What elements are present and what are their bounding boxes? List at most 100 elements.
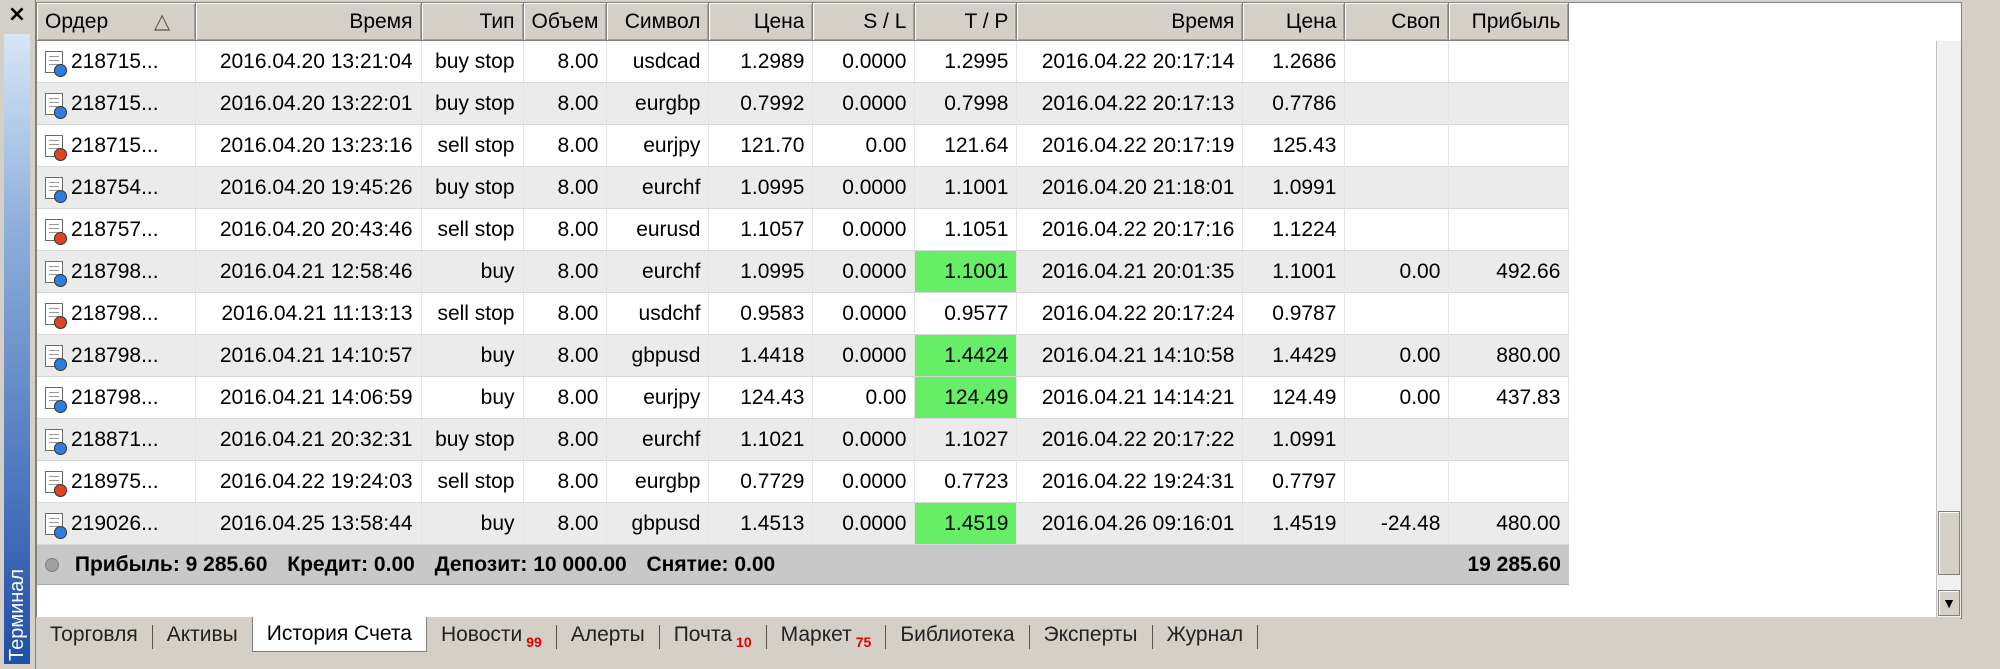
cell-price: 1.1021: [708, 418, 814, 461]
cell-swap: 0.00: [1344, 334, 1450, 377]
cell-order: 218798...: [37, 292, 196, 335]
cell-order: 219026...: [37, 502, 196, 545]
col-header-tp[interactable]: T / P: [914, 3, 1018, 41]
tab-1[interactable]: Активы: [153, 617, 252, 655]
table-row[interactable]: 218798... 2016.04.21 12:58:46 buy 8.00 eurch…: [37, 250, 1570, 293]
cell-type: buy: [421, 376, 524, 419]
col-header-type[interactable]: Тип: [421, 3, 524, 41]
col-header-close-time[interactable]: Время: [1016, 3, 1244, 41]
cell-profit: [1448, 208, 1570, 251]
col-header-profit[interactable]: Прибыль: [1448, 3, 1570, 41]
cell-swap: [1344, 82, 1450, 125]
cell-close-price: 0.9787: [1242, 292, 1346, 335]
col-header-symbol[interactable]: Символ: [606, 3, 710, 41]
cell-sl: 0.0000: [812, 502, 916, 545]
cell-tp: 124.49: [914, 376, 1018, 419]
cell-symbol: eurchf: [606, 166, 710, 209]
cell-sl: 0.0000: [812, 208, 916, 251]
table-row[interactable]: 218798... 2016.04.21 14:10:57 buy 8.00 gbpus…: [37, 334, 1570, 377]
cell-tp: 1.2995: [914, 40, 1018, 83]
tab-6[interactable]: Маркет 75: [767, 617, 886, 655]
buy-order-icon: [45, 92, 67, 119]
table-row[interactable]: 219026... 2016.04.25 13:58:44 buy 8.00 gbpus…: [37, 502, 1570, 545]
scrollbar-thumb[interactable]: [1938, 511, 1960, 575]
cell-type: buy stop: [421, 418, 524, 461]
buy-order-icon: [45, 386, 67, 413]
order-id: 218798...: [71, 259, 159, 283]
tab-5[interactable]: Почта 10: [660, 617, 766, 655]
tab-3[interactable]: Новости 99: [427, 617, 556, 655]
cell-price: 121.70: [708, 124, 814, 167]
cell-swap: [1344, 208, 1450, 251]
tab-label: Алерты: [570, 623, 645, 646]
table-row[interactable]: 218798... 2016.04.21 11:13:13 sell stop 8.0…: [37, 292, 1570, 335]
cell-time: 2016.04.20 13:21:04: [195, 40, 422, 83]
cell-close-time: 2016.04.22 20:17:24: [1016, 292, 1244, 335]
cell-close-time: 2016.04.21 20:01:35: [1016, 250, 1244, 293]
cell-profit: [1448, 292, 1570, 335]
cell-symbol: gbpusd: [606, 502, 710, 545]
cell-type: buy: [421, 334, 524, 377]
cell-profit: [1448, 124, 1570, 167]
col-header-order[interactable]: Ордер △: [37, 3, 196, 41]
header-row: Ордер △ Время Тип Объем Символ Цена S / …: [37, 3, 1570, 41]
cell-close-price: 1.1224: [1242, 208, 1346, 251]
cell-time: 2016.04.21 12:58:46: [195, 250, 422, 293]
col-header-volume[interactable]: Объем: [523, 3, 608, 41]
tab-badge: 10: [736, 634, 752, 650]
cell-price: 0.7992: [708, 82, 814, 125]
table-row[interactable]: 218715... 2016.04.20 13:23:16 sell stop 8.0…: [37, 124, 1570, 167]
cell-price: 1.0995: [708, 166, 814, 209]
cell-sl: 0.0000: [812, 250, 916, 293]
summary-profit: Прибыль: 9 285.60: [74, 552, 268, 576]
tab-4[interactable]: Алерты: [557, 617, 659, 655]
tab-2[interactable]: История Счета: [251, 617, 427, 652]
buy-order-icon: [45, 50, 67, 77]
cell-close-price: 1.1001: [1242, 250, 1346, 293]
buy-order-icon: [45, 512, 67, 539]
tab-0[interactable]: Торговля: [36, 617, 152, 655]
table-row[interactable]: 218754... 2016.04.20 19:45:26 buy stop 8.00…: [37, 166, 1570, 209]
table-row[interactable]: 218757... 2016.04.20 20:43:46 sell stop 8.0…: [37, 208, 1570, 251]
table-row[interactable]: 218715... 2016.04.20 13:22:01 buy stop 8.00…: [37, 82, 1570, 125]
vertical-scrollbar[interactable]: ▼: [1936, 41, 1961, 617]
order-id: 218975...: [71, 469, 159, 493]
table-row[interactable]: 218715... 2016.04.20 13:21:04 buy stop 8.00…: [37, 40, 1570, 83]
cell-type: sell stop: [421, 460, 524, 503]
sell-order-icon: [45, 134, 67, 161]
col-header-sl[interactable]: S / L: [812, 3, 916, 41]
tab-7[interactable]: Библиотека: [886, 617, 1028, 655]
summary-row: Прибыль: 9 285.60 Кредит: 0.00 Депозит: …: [37, 544, 1569, 585]
table-row[interactable]: 218798... 2016.04.21 14:06:59 buy 8.00 eurjp…: [37, 376, 1570, 419]
table-row[interactable]: 218871... 2016.04.21 20:32:31 buy stop 8.00…: [37, 418, 1570, 461]
tab-9[interactable]: Журнал: [1153, 617, 1258, 655]
col-header-close-price[interactable]: Цена: [1242, 3, 1346, 41]
order-id: 218871...: [71, 427, 159, 451]
cell-order: 218798...: [37, 250, 196, 293]
scroll-down-arrow-icon[interactable]: ▼: [1938, 590, 1960, 616]
col-header-price[interactable]: Цена: [708, 3, 814, 41]
table-row[interactable]: 218975... 2016.04.22 19:24:03 sell stop 8.0…: [37, 460, 1570, 503]
cell-symbol: usdchf: [606, 292, 710, 335]
sell-order-icon: [45, 470, 67, 497]
cell-swap: -24.48: [1344, 502, 1450, 545]
summary-total: 19 285.60: [1448, 544, 1569, 585]
cell-type: buy stop: [421, 40, 524, 83]
cell-tp: 0.9577: [914, 292, 1018, 335]
summary-text: Прибыль: 9 285.60 Кредит: 0.00 Депозит: …: [37, 544, 1449, 585]
col-header-swap[interactable]: Своп: [1344, 3, 1450, 41]
cell-close-time: 2016.04.22 20:17:13: [1016, 82, 1244, 125]
cell-price: 124.43: [708, 376, 814, 419]
col-header-time[interactable]: Время: [195, 3, 422, 41]
tab-badge: 99: [526, 634, 542, 650]
cell-tp: 1.4519: [914, 502, 1018, 545]
summary-credit: Кредит: 0.00: [287, 552, 415, 576]
tab-label: Почта: [673, 623, 733, 646]
cell-time: 2016.04.21 14:06:59: [195, 376, 422, 419]
tab-8[interactable]: Эксперты: [1030, 617, 1152, 655]
tab-label: Новости: [440, 623, 523, 646]
close-icon[interactable]: ×: [6, 2, 28, 28]
tab-label: Эксперты: [1043, 623, 1138, 646]
cell-volume: 8.00: [523, 292, 608, 335]
cell-tp: 0.7723: [914, 460, 1018, 503]
